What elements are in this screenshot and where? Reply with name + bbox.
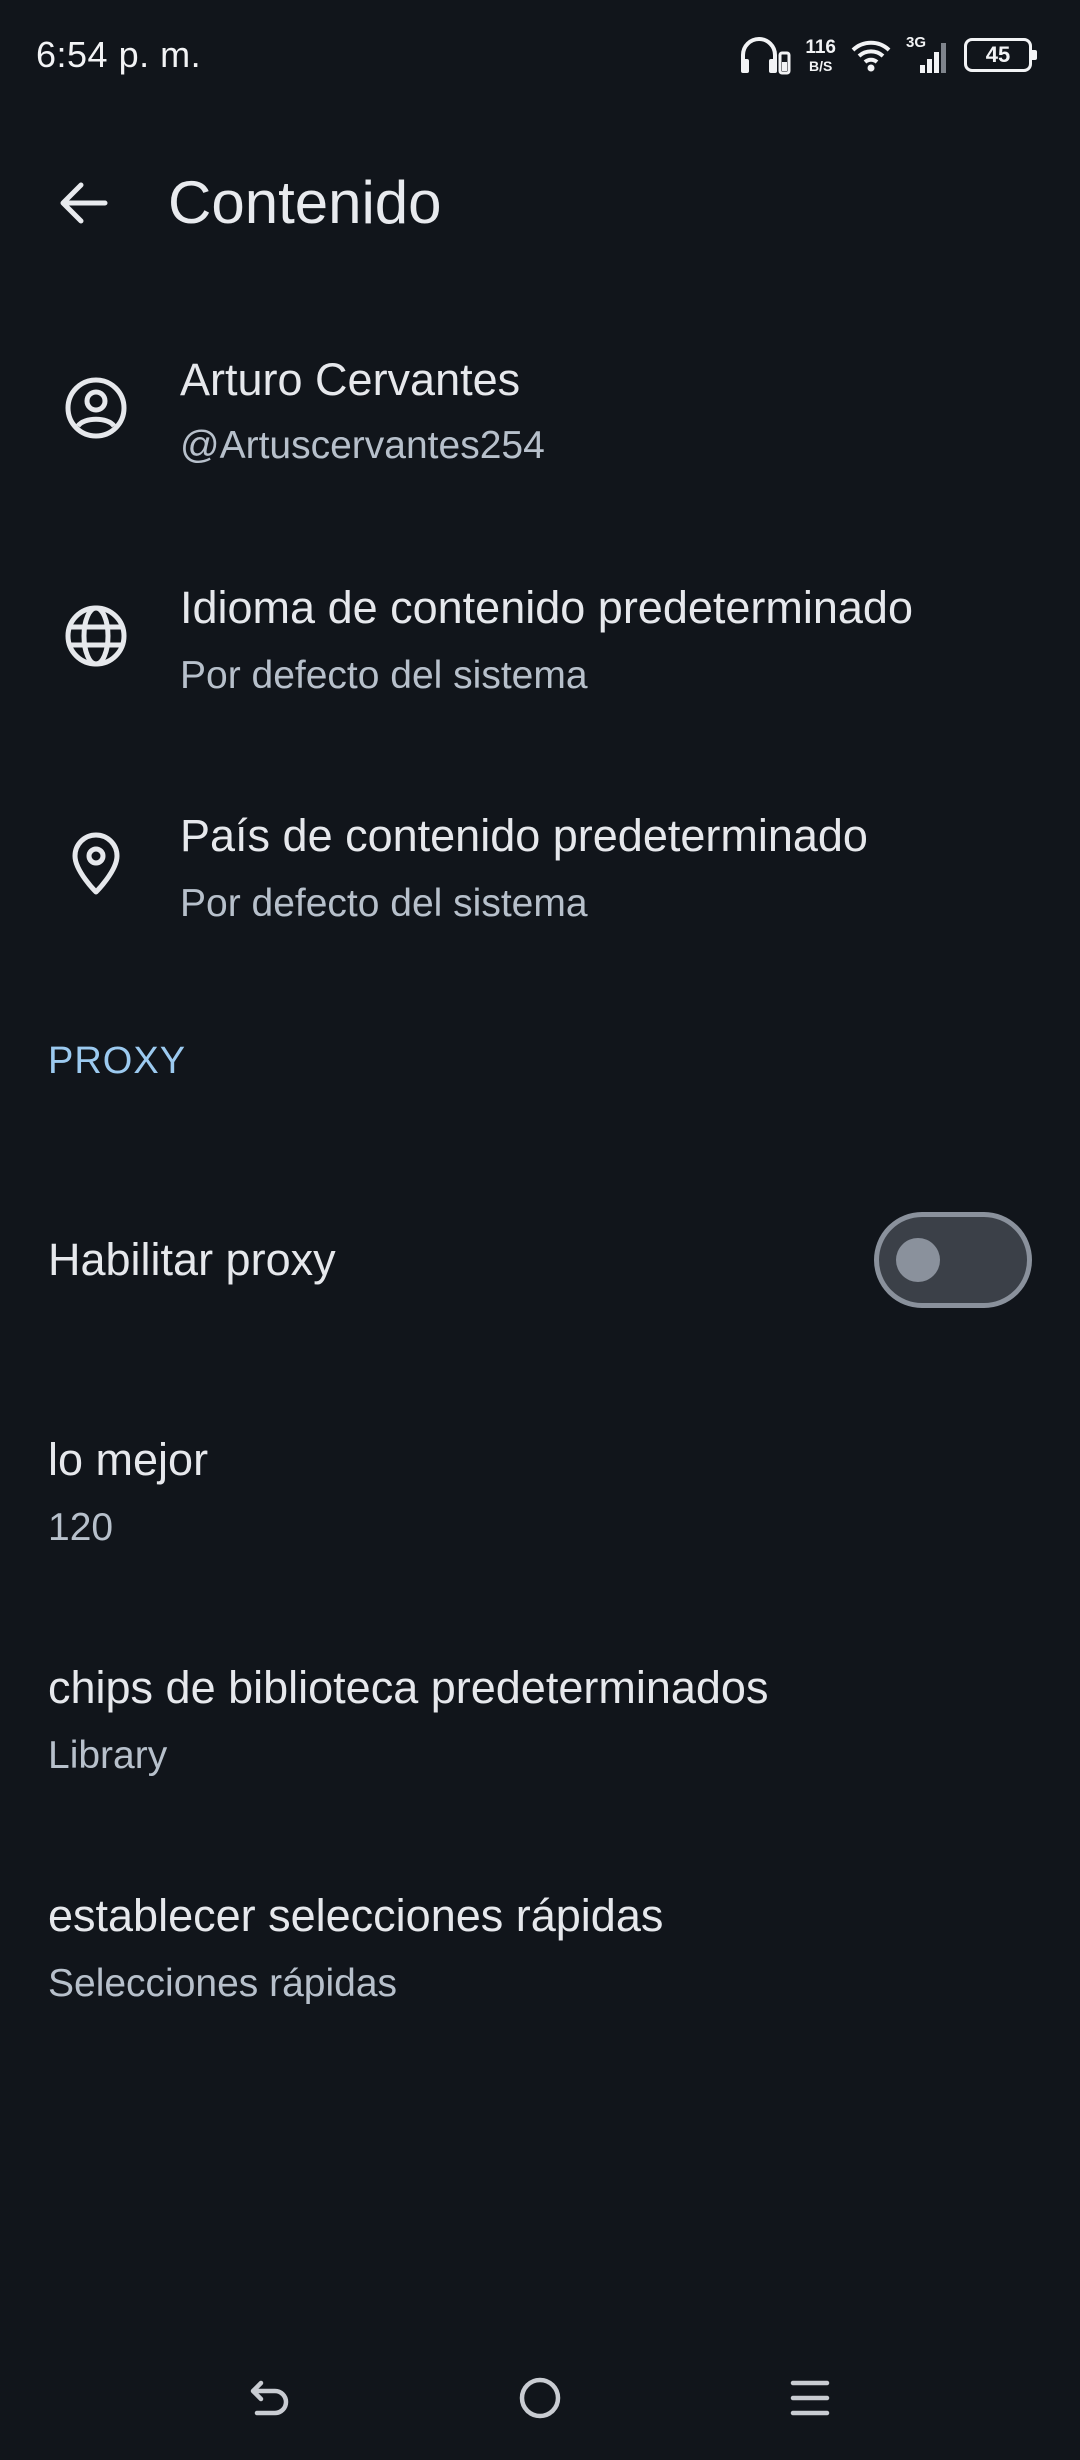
menu-lines-icon <box>785 2373 835 2428</box>
enable-proxy-toggle[interactable] <box>874 1212 1032 1308</box>
best-row[interactable]: lo mejor 120 <box>0 1420 1080 1570</box>
best-title: lo mejor <box>48 1434 209 1485</box>
content-language-value: Por defecto del sistema <box>180 654 588 697</box>
content-language-row[interactable]: Idioma de contenido predeterminado Por d… <box>0 568 1080 718</box>
quick-picks-title: establecer selecciones rápidas <box>48 1890 664 1941</box>
quick-picks-value: Selecciones rápidas <box>48 1962 398 2005</box>
account-handle: @Artuscervantes254 <box>180 424 545 467</box>
headphones-icon <box>739 35 791 75</box>
back-button[interactable] <box>50 172 116 238</box>
enable-proxy-label: Habilitar proxy <box>48 1234 336 1285</box>
net-speed-indicator: 116 B/S <box>805 38 836 73</box>
content-country-title: País de contenido predeterminado <box>180 810 868 861</box>
arrow-left-icon <box>55 175 111 236</box>
signal-icon: 3G <box>906 35 950 75</box>
account-name: Arturo Cervantes <box>180 354 521 405</box>
home-circle-icon <box>515 2373 565 2428</box>
back-gesture-icon <box>245 2373 295 2428</box>
globe-icon <box>60 600 132 672</box>
nav-recents-button[interactable] <box>770 2360 850 2440</box>
quick-picks-row[interactable]: establecer selecciones rápidas Seleccion… <box>0 1876 1080 2026</box>
proxy-section-header: PROXY <box>48 1040 187 1082</box>
nav-home-button[interactable] <box>500 2360 580 2440</box>
battery-level: 45 <box>985 42 1011 67</box>
content-country-row[interactable]: País de contenido predeterminado Por def… <box>0 796 1080 946</box>
content-country-value: Por defecto del sistema <box>180 882 588 925</box>
library-chips-title: chips de biblioteca predeterminados <box>48 1662 769 1713</box>
top-app-bar: Contenido <box>0 150 1080 260</box>
status-bar: 6:54 p. m. 116 B/S 3G 45 <box>0 0 1080 110</box>
best-value: 120 <box>48 1506 114 1549</box>
toggle-thumb <box>896 1238 940 1282</box>
net-speed-unit: B/S <box>809 57 833 74</box>
library-chips-row[interactable]: chips de biblioteca predeterminados Libr… <box>0 1648 1080 1798</box>
net-speed-value: 116 <box>805 36 836 58</box>
battery-icon: 45 <box>964 38 1037 72</box>
status-icons: 116 B/S 3G 45 <box>739 30 1037 80</box>
account-circle-icon <box>60 372 132 444</box>
library-chips-value: Library <box>48 1734 168 1777</box>
system-nav-bar <box>0 2340 1080 2460</box>
location-pin-icon <box>60 828 132 900</box>
account-row[interactable]: Arturo Cervantes @Artuscervantes254 <box>0 340 1080 490</box>
status-time: 6:54 p. m. <box>36 34 202 75</box>
page-title: Contenido <box>168 169 442 236</box>
content-language-title: Idioma de contenido predeterminado <box>180 582 913 633</box>
settings-screen: 6:54 p. m. 116 B/S 3G 45 Contenido Artur… <box>0 0 1080 2460</box>
nav-back-button[interactable] <box>230 2360 310 2440</box>
wifi-icon <box>850 38 892 72</box>
